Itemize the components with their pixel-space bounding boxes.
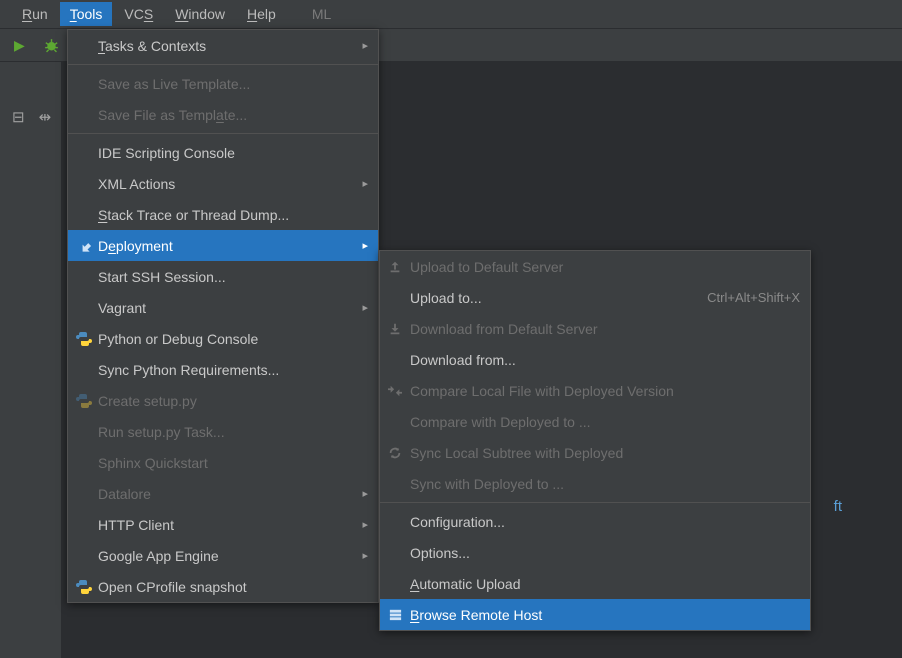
menu-create-setup-py[interactable]: Create setup.py xyxy=(68,385,378,416)
submenu-arrow-icon: ▸ xyxy=(352,39,368,52)
menu-save-file-template[interactable]: Save File as Template... xyxy=(68,99,378,130)
menu-configuration[interactable]: Configuration... xyxy=(380,506,810,537)
menu-separator xyxy=(68,64,378,65)
debug-icon[interactable] xyxy=(43,37,60,54)
menu-browse-remote-host[interactable]: Browse Remote Host xyxy=(380,599,810,630)
submenu-arrow-icon: ▸ xyxy=(352,301,368,314)
menu-automatic-upload[interactable]: Automatic Upload xyxy=(380,568,810,599)
menu-download-default[interactable]: Download from Default Server xyxy=(380,313,810,344)
minimize-icon[interactable]: ⊟ xyxy=(12,108,25,126)
menu-vagrant[interactable]: Vagrant ▸ xyxy=(68,292,378,323)
upload-icon xyxy=(388,260,410,274)
menu-sphinx-quickstart[interactable]: Sphinx Quickstart xyxy=(68,447,378,478)
menu-separator xyxy=(380,502,810,503)
submenu-arrow-icon: ▸ xyxy=(352,239,368,252)
menu-compare-deployed-to[interactable]: Compare with Deployed to ... xyxy=(380,406,810,437)
left-gutter: ⊟ ⇹ xyxy=(0,62,62,658)
download-icon xyxy=(388,322,410,336)
menu-compare-local[interactable]: Compare Local File with Deployed Version xyxy=(380,375,810,406)
menu-tasks-contexts[interactable]: Tasks & Contexts ▸ xyxy=(68,30,378,61)
menu-save-live-template[interactable]: Save as Live Template... xyxy=(68,68,378,99)
submenu-arrow-icon: ▸ xyxy=(352,549,368,562)
menubar-ml[interactable]: ML xyxy=(302,2,341,26)
host-icon xyxy=(388,607,410,622)
menu-sync-deployed-to[interactable]: Sync with Deployed to ... xyxy=(380,468,810,499)
menu-sync-python-req[interactable]: Sync Python Requirements... xyxy=(68,354,378,385)
menu-stack-trace[interactable]: Stack Trace or Thread Dump... xyxy=(68,199,378,230)
menu-deployment[interactable]: Deployment ▸ xyxy=(68,230,378,261)
menu-start-ssh[interactable]: Start SSH Session... xyxy=(68,261,378,292)
menu-ide-scripting[interactable]: IDE Scripting Console xyxy=(68,137,378,168)
menu-run-setup-py[interactable]: Run setup.py Task... xyxy=(68,416,378,447)
settings-icon[interactable]: ⇹ xyxy=(39,108,52,126)
python-icon xyxy=(76,393,98,409)
submenu-arrow-icon: ▸ xyxy=(352,177,368,190)
menubar-run[interactable]: Run xyxy=(12,2,58,26)
python-icon xyxy=(76,579,98,595)
menubar-vcs[interactable]: VCS xyxy=(114,2,163,26)
menu-separator xyxy=(68,133,378,134)
submenu-arrow-icon: ▸ xyxy=(352,487,368,500)
tools-dropdown: Tasks & Contexts ▸ Save as Live Template… xyxy=(67,29,379,603)
menu-upload-to[interactable]: Upload to... Ctrl+Alt+Shift+X xyxy=(380,282,810,313)
menu-upload-default[interactable]: Upload to Default Server xyxy=(380,251,810,282)
menubar: Run Tools VCS Window Help ML xyxy=(0,0,902,29)
menu-http-client[interactable]: HTTP Client ▸ xyxy=(68,509,378,540)
diff-icon xyxy=(388,384,410,398)
sync-icon xyxy=(388,446,410,460)
menu-sync-local-subtree[interactable]: Sync Local Subtree with Deployed xyxy=(380,437,810,468)
menubar-help[interactable]: Help xyxy=(237,2,286,26)
menu-download-from[interactable]: Download from... xyxy=(380,344,810,375)
menu-open-cprofile[interactable]: Open CProfile snapshot xyxy=(68,571,378,602)
menubar-window[interactable]: Window xyxy=(165,2,235,26)
deploy-icon xyxy=(76,238,98,254)
menubar-tools[interactable]: Tools xyxy=(60,2,113,26)
submenu-arrow-icon: ▸ xyxy=(352,518,368,531)
deployment-submenu: Upload to Default Server Upload to... Ct… xyxy=(379,250,811,631)
python-icon xyxy=(76,331,98,347)
editor-text-fragment: ft xyxy=(834,498,842,515)
run-icon[interactable]: ▶ xyxy=(14,37,25,54)
menu-options[interactable]: Options... xyxy=(380,537,810,568)
menu-xml-actions[interactable]: XML Actions ▸ xyxy=(68,168,378,199)
menu-python-console[interactable]: Python or Debug Console xyxy=(68,323,378,354)
menu-google-app-engine[interactable]: Google App Engine ▸ xyxy=(68,540,378,571)
menu-datalore[interactable]: Datalore ▸ xyxy=(68,478,378,509)
